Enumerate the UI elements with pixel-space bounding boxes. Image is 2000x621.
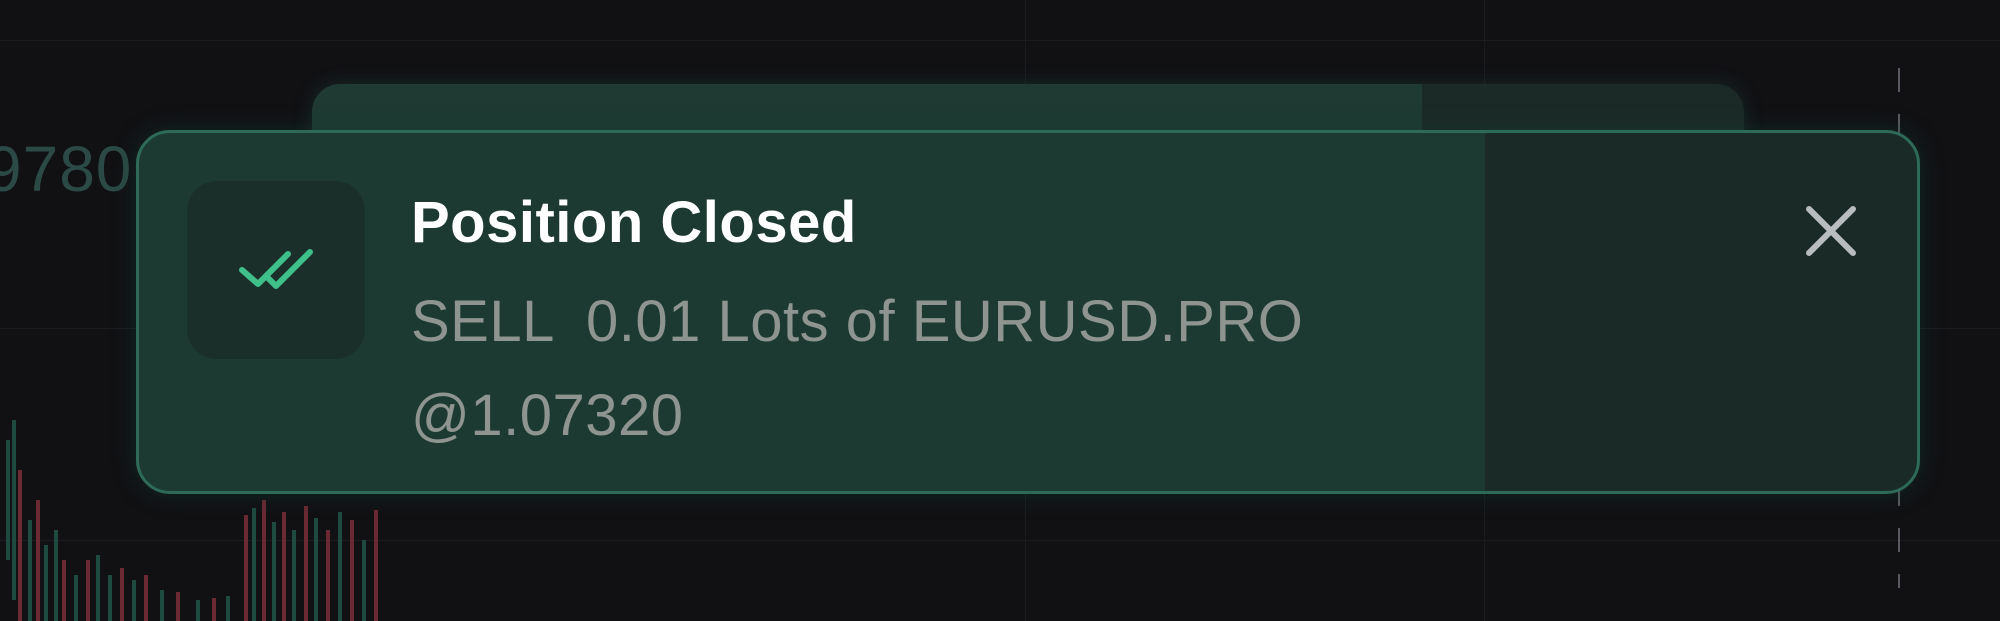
candle: [144, 575, 148, 621]
candle: [120, 568, 124, 621]
candle: [176, 592, 180, 621]
candle: [272, 522, 276, 621]
candle: [74, 575, 78, 621]
candle: [338, 512, 342, 621]
candle: [252, 508, 256, 621]
candle: [36, 500, 40, 621]
candle: [244, 515, 248, 621]
close-button[interactable]: [1793, 193, 1869, 269]
candle: [326, 530, 330, 621]
close-icon[interactable]: [1803, 203, 1859, 259]
candle: [282, 512, 286, 621]
candle: [44, 545, 48, 621]
position-closed-toast: Position Closed SELL 0.01 Lots of EURUSD…: [136, 130, 1920, 494]
candle: [6, 440, 10, 560]
candle: [12, 420, 16, 600]
toast-message: SELL 0.01 Lots of EURUSD.PRO @1.07320: [411, 289, 1321, 448]
candle: [86, 560, 90, 621]
candle: [226, 596, 230, 621]
candle: [292, 530, 296, 621]
candle: [262, 500, 266, 621]
candle: [96, 555, 100, 621]
candle: [362, 540, 366, 621]
candle: [374, 510, 378, 621]
double-check-icon: [239, 249, 313, 289]
candle: [18, 470, 22, 621]
candle: [28, 520, 32, 621]
candle: [314, 518, 318, 621]
candle: [62, 560, 66, 621]
candle: [132, 580, 136, 621]
candle: [350, 520, 354, 621]
candle: [108, 575, 112, 621]
toast-title: Position Closed: [411, 190, 857, 255]
candle: [212, 598, 216, 621]
candle: [304, 506, 308, 621]
candle: [196, 600, 200, 621]
toast-icon-container: [187, 181, 365, 359]
candle: [160, 590, 164, 621]
candle: [54, 530, 58, 621]
